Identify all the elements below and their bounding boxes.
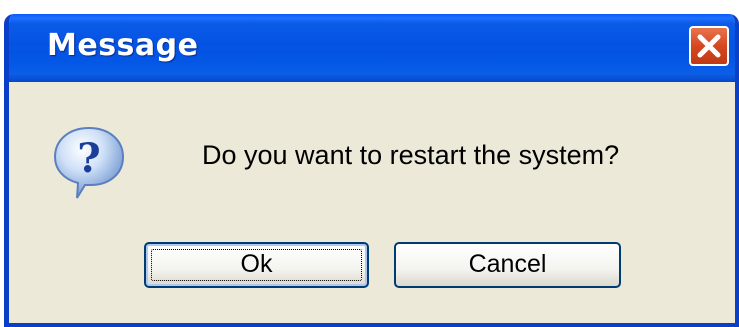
cancel-button[interactable]: Cancel [394,242,621,288]
question-icon: ? [53,126,125,199]
title-bar[interactable]: Message [9,14,735,82]
svg-text:?: ? [77,135,100,182]
cancel-button-label: Cancel [468,250,547,278]
close-button[interactable] [689,26,729,66]
dialog-content: ? Do you want to restart the system? Ok … [9,82,735,323]
close-icon [697,34,721,58]
message-dialog: Message ? Do you want to restart the sys… [4,14,739,327]
message-text: Do you want to restart the system? [202,140,620,170]
ok-button[interactable]: Ok [144,242,369,288]
window-title: Message [47,28,199,63]
ok-button-label: Ok [240,250,273,278]
